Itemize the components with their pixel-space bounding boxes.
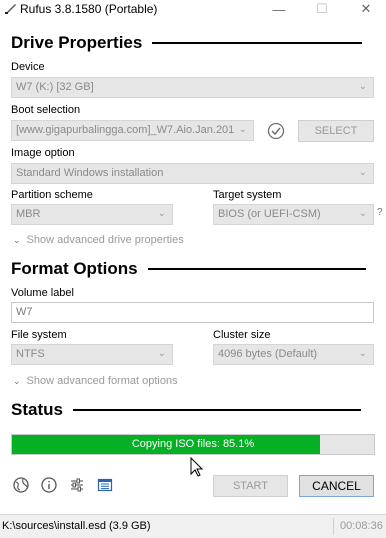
drive-properties-header: Drive Properties xyxy=(11,33,363,53)
close-button[interactable]: ✕ xyxy=(349,0,383,18)
file-system-label: File system xyxy=(11,329,67,341)
minimize-button[interactable]: — xyxy=(262,0,296,18)
cluster-size-label: Cluster size xyxy=(213,329,271,341)
status-title: Status xyxy=(11,400,63,419)
status-header: Status xyxy=(11,400,361,420)
partition-scheme-select[interactable]: MBR ⌄ xyxy=(11,204,173,225)
format-options-title: Format Options xyxy=(11,259,138,278)
rufus-app-icon xyxy=(5,4,16,14)
elapsed-timer: 00:08:36 xyxy=(340,520,383,532)
boot-selection-label: Boot selection xyxy=(11,104,81,116)
advanced-format-options-label: Show advanced format options xyxy=(26,375,178,387)
advanced-drive-properties-label: Show advanced drive properties xyxy=(26,234,184,246)
chevron-down-icon: ⌄ xyxy=(358,81,367,92)
window-title: Rufus 3.8.1580 (Portable) xyxy=(20,2,158,16)
chevron-down-icon: ⌄ xyxy=(238,124,247,135)
settings-sliders-icon[interactable] xyxy=(68,476,86,494)
log-icon[interactable] xyxy=(96,476,114,494)
chevron-down-icon: ⌄ xyxy=(13,375,21,386)
advanced-drive-properties-toggle[interactable]: ⌄ Show advanced drive properties xyxy=(13,234,184,246)
select-button[interactable]: SELECT xyxy=(298,120,374,142)
status-bar: K:\sources\install.esd (3.9 GB) 00:08:36 xyxy=(0,514,386,538)
chevron-down-icon: ⌄ xyxy=(358,167,367,178)
mouse-cursor-icon xyxy=(190,457,203,477)
partition-scheme-value: MBR xyxy=(16,208,41,220)
help-icon[interactable]: ? xyxy=(377,207,383,218)
drive-properties-title: Drive Properties xyxy=(11,33,143,52)
start-button[interactable]: START xyxy=(213,475,288,497)
header-divider xyxy=(147,268,366,270)
maximize-button[interactable]: ☐ xyxy=(305,0,339,18)
status-separator xyxy=(333,518,334,535)
target-system-label: Target system xyxy=(213,189,282,201)
image-option-select[interactable]: Standard Windows installation ⌄ xyxy=(11,163,374,184)
file-system-value: NTFS xyxy=(16,348,45,360)
status-path: K:\sources\install.esd (3.9 GB) xyxy=(2,520,151,532)
device-select-value: W7 (K:) [32 GB] xyxy=(16,81,94,93)
partition-scheme-label: Partition scheme xyxy=(11,189,93,201)
cluster-size-select[interactable]: 4096 bytes (Default) ⌄ xyxy=(213,344,374,365)
boot-selection-value: [www.gigapurbalingga.com]_W7.Aio.Jan.201 xyxy=(16,124,235,136)
header-divider xyxy=(72,409,361,411)
target-system-value: BIOS (or UEFI-CSM) xyxy=(218,208,321,220)
format-options-header: Format Options xyxy=(11,259,366,279)
info-icon[interactable] xyxy=(40,476,58,494)
file-system-select[interactable]: NTFS ⌄ xyxy=(11,344,173,365)
advanced-format-options-toggle[interactable]: ⌄ Show advanced format options xyxy=(13,375,178,387)
cancel-button[interactable]: CANCEL xyxy=(299,475,374,497)
globe-icon[interactable] xyxy=(12,476,30,494)
chevron-down-icon: ⌄ xyxy=(157,208,166,219)
chevron-down-icon: ⌄ xyxy=(358,208,367,219)
title-bar: Rufus 3.8.1580 (Portable) — ☐ ✕ xyxy=(0,0,386,18)
progress-text: Copying ISO files: 85.1% xyxy=(131,438,255,450)
check-icon[interactable] xyxy=(266,121,286,141)
cluster-size-value: 4096 bytes (Default) xyxy=(218,348,318,360)
volume-label-label: Volume label xyxy=(11,287,74,299)
chevron-down-icon: ⌄ xyxy=(157,348,166,359)
image-option-value: Standard Windows installation xyxy=(16,167,164,179)
device-select[interactable]: W7 (K:) [32 GB] ⌄ xyxy=(11,77,374,98)
boot-selection-select[interactable]: [www.gigapurbalingga.com]_W7.Aio.Jan.201… xyxy=(11,120,254,141)
device-label: Device xyxy=(11,61,45,73)
target-system-select[interactable]: BIOS (or UEFI-CSM) ⌄ xyxy=(213,204,374,225)
volume-label-input[interactable]: W7 xyxy=(11,302,374,323)
progress-bar: Copying ISO files: 85.1% xyxy=(11,434,375,455)
chevron-down-icon: ⌄ xyxy=(13,234,21,245)
chevron-down-icon: ⌄ xyxy=(358,348,367,359)
header-divider xyxy=(152,42,363,44)
image-option-label: Image option xyxy=(11,147,75,159)
